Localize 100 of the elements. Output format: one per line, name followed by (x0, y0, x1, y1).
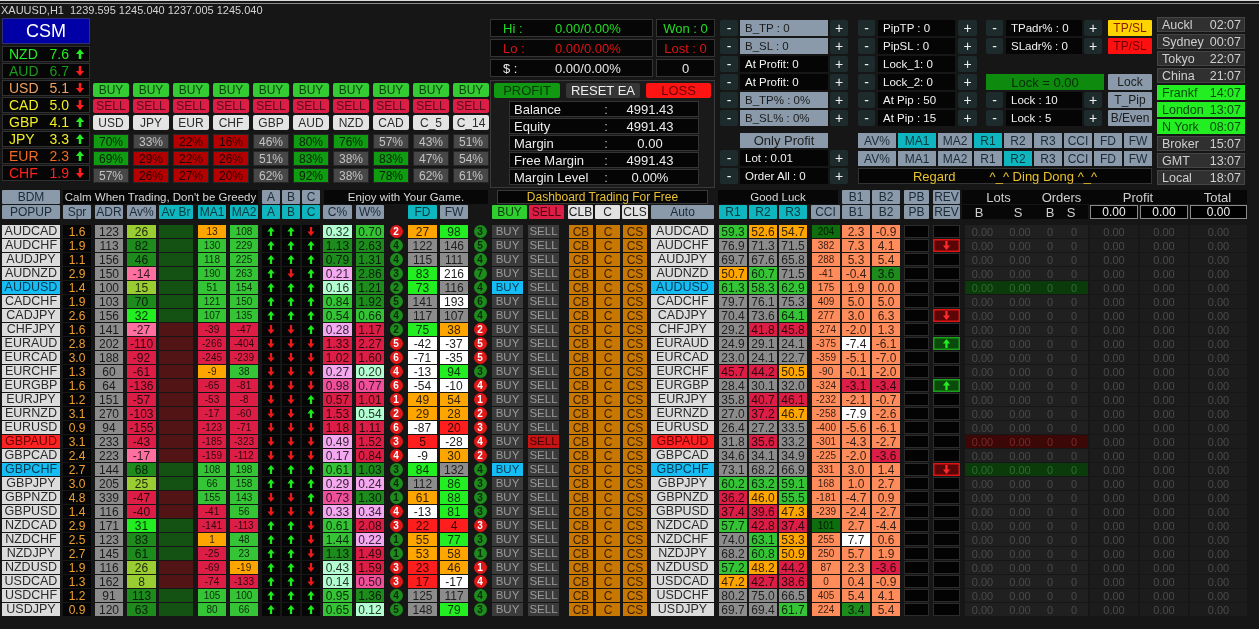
sell-button[interactable]: SELL (528, 575, 559, 588)
plus-button[interactable]: + (830, 168, 848, 184)
sell-button[interactable]: SELL (528, 477, 559, 490)
close-button[interactable]: C (596, 253, 620, 266)
sell-button[interactable]: SELL (528, 309, 559, 322)
only-profit-button[interactable]: Only Profit (740, 133, 828, 148)
pair-button[interactable]: GBPJPY (651, 477, 714, 490)
close-button[interactable]: CS (623, 267, 647, 280)
plus-button[interactable]: + (830, 110, 848, 126)
close-button[interactable]: CS (623, 225, 647, 238)
pair-button[interactable]: AUDUSD (651, 281, 714, 294)
indicator-toggle[interactable]: MA2 (938, 151, 972, 166)
close-button[interactable]: CB (569, 295, 593, 308)
column-toggle[interactable]: B (282, 205, 300, 219)
close-button[interactable]: C (596, 463, 620, 476)
plus-button[interactable]: + (830, 56, 848, 72)
sell-button[interactable]: SELL (528, 351, 559, 364)
pair-button[interactable]: NZDCAD (2, 519, 60, 532)
setting-field[interactable]: B_TP : 0 (740, 20, 828, 36)
pair-button[interactable]: EURCAD (2, 351, 60, 364)
close-button[interactable]: CB (569, 575, 593, 588)
close-button[interactable]: C (596, 365, 620, 378)
sell-button[interactable]: SELL (93, 99, 129, 113)
close-button[interactable]: CS (623, 603, 647, 616)
close-button[interactable]: C (596, 435, 620, 448)
pair-button[interactable]: CADJPY (651, 309, 714, 322)
close-button[interactable]: C (596, 239, 620, 252)
pair-button[interactable]: AUDUSD (2, 281, 60, 294)
profit-button[interactable]: PROFIT (494, 83, 560, 98)
close-button[interactable]: CB (569, 323, 593, 336)
column-toggle[interactable]: BDM (2, 190, 60, 204)
indicator-toggle[interactable]: FW (1124, 151, 1152, 166)
sell-button[interactable]: SELL (528, 225, 559, 238)
minus-button[interactable]: - (858, 56, 875, 72)
pair-button[interactable]: AUDCAD (651, 225, 714, 238)
plus-button[interactable]: + (830, 150, 848, 166)
plus-button[interactable]: + (958, 92, 977, 108)
buy-button[interactable]: BUY (413, 83, 449, 97)
indicator-toggle[interactable]: CCI (1064, 151, 1092, 166)
sell-button[interactable]: SELL (453, 99, 489, 113)
close-button[interactable]: C (596, 477, 620, 490)
close-button[interactable]: CB (569, 239, 593, 252)
indicator-toggle[interactable]: MA1 (898, 133, 936, 148)
buy-button[interactable]: BUY (492, 519, 523, 532)
close-button[interactable]: CB (569, 589, 593, 602)
column-toggle[interactable]: R3 (779, 205, 807, 219)
close-button[interactable]: CB (569, 393, 593, 406)
column-toggle[interactable]: W% (356, 205, 384, 219)
sell-button[interactable]: SELL (528, 239, 559, 252)
buy-button[interactable]: BUY (333, 83, 369, 97)
close-button[interactable]: CS (623, 449, 647, 462)
pair-button[interactable]: USDJPY (651, 603, 714, 616)
buy-button[interactable]: BUY (213, 83, 249, 97)
plus-button[interactable]: + (958, 74, 977, 90)
close-button[interactable]: CB (569, 253, 593, 266)
buy-button[interactable]: BUY (492, 491, 523, 504)
close-button[interactable]: CS (623, 309, 647, 322)
close-button[interactable]: C (596, 519, 620, 532)
minus-button[interactable]: - (720, 20, 738, 36)
close-button[interactable]: C (596, 295, 620, 308)
column-toggle[interactable]: PB (904, 205, 929, 219)
minus-button[interactable]: - (986, 20, 1003, 36)
setting-field[interactable]: B_SL% : 0% (740, 110, 828, 126)
indicator-toggle[interactable]: R2 (1004, 133, 1032, 148)
sell-button[interactable]: SELL (528, 589, 559, 602)
sell-button[interactable]: SELL (133, 99, 169, 113)
buy-button[interactable]: BUY (492, 309, 523, 322)
close-button[interactable]: CS (623, 239, 647, 252)
sell-button[interactable]: SELL (528, 337, 559, 350)
indicator-toggle[interactable]: MA1 (898, 151, 936, 166)
pair-button[interactable]: AUDNZD (2, 267, 60, 280)
close-button[interactable]: CB (569, 603, 593, 616)
buy-button[interactable]: BUY (492, 253, 523, 266)
pair-button[interactable]: GBPCHF (2, 463, 60, 476)
close-button[interactable]: CB (569, 491, 593, 504)
indicator-toggle[interactable]: R3 (1034, 133, 1062, 148)
setting-field[interactable]: Lock_1: 0 (878, 56, 955, 72)
buy-button[interactable]: BUY (492, 589, 523, 602)
column-toggle[interactable]: B1 (842, 190, 870, 204)
sell-button[interactable]: SELL (528, 449, 559, 462)
close-button[interactable]: C (596, 421, 620, 434)
buy-button[interactable]: BUY (133, 83, 169, 97)
pair-button[interactable]: EURAUD (2, 337, 60, 350)
sell-button[interactable]: SELL (253, 99, 289, 113)
column-toggle[interactable]: C (302, 190, 320, 204)
sell-button[interactable]: SELL (528, 379, 559, 392)
close-button[interactable]: CB (569, 337, 593, 350)
close-button[interactable]: CS (623, 421, 647, 434)
pair-button[interactable]: GBPUSD (2, 505, 60, 518)
pair-button[interactable]: EURGBP (2, 379, 60, 392)
column-toggle[interactable]: REV (933, 205, 960, 219)
column-toggle[interactable]: ADR (95, 205, 123, 219)
indicator-toggle[interactable]: R2 (1004, 151, 1032, 166)
close-all-button[interactable]: CLB (568, 205, 593, 219)
close-all-button[interactable]: C (595, 205, 620, 219)
action-button[interactable]: TP/SL (1108, 38, 1152, 54)
close-button[interactable]: CB (569, 547, 593, 560)
close-button[interactable]: CS (623, 393, 647, 406)
buy-button[interactable]: BUY (492, 547, 523, 560)
pair-button[interactable]: AUDJPY (2, 253, 60, 266)
